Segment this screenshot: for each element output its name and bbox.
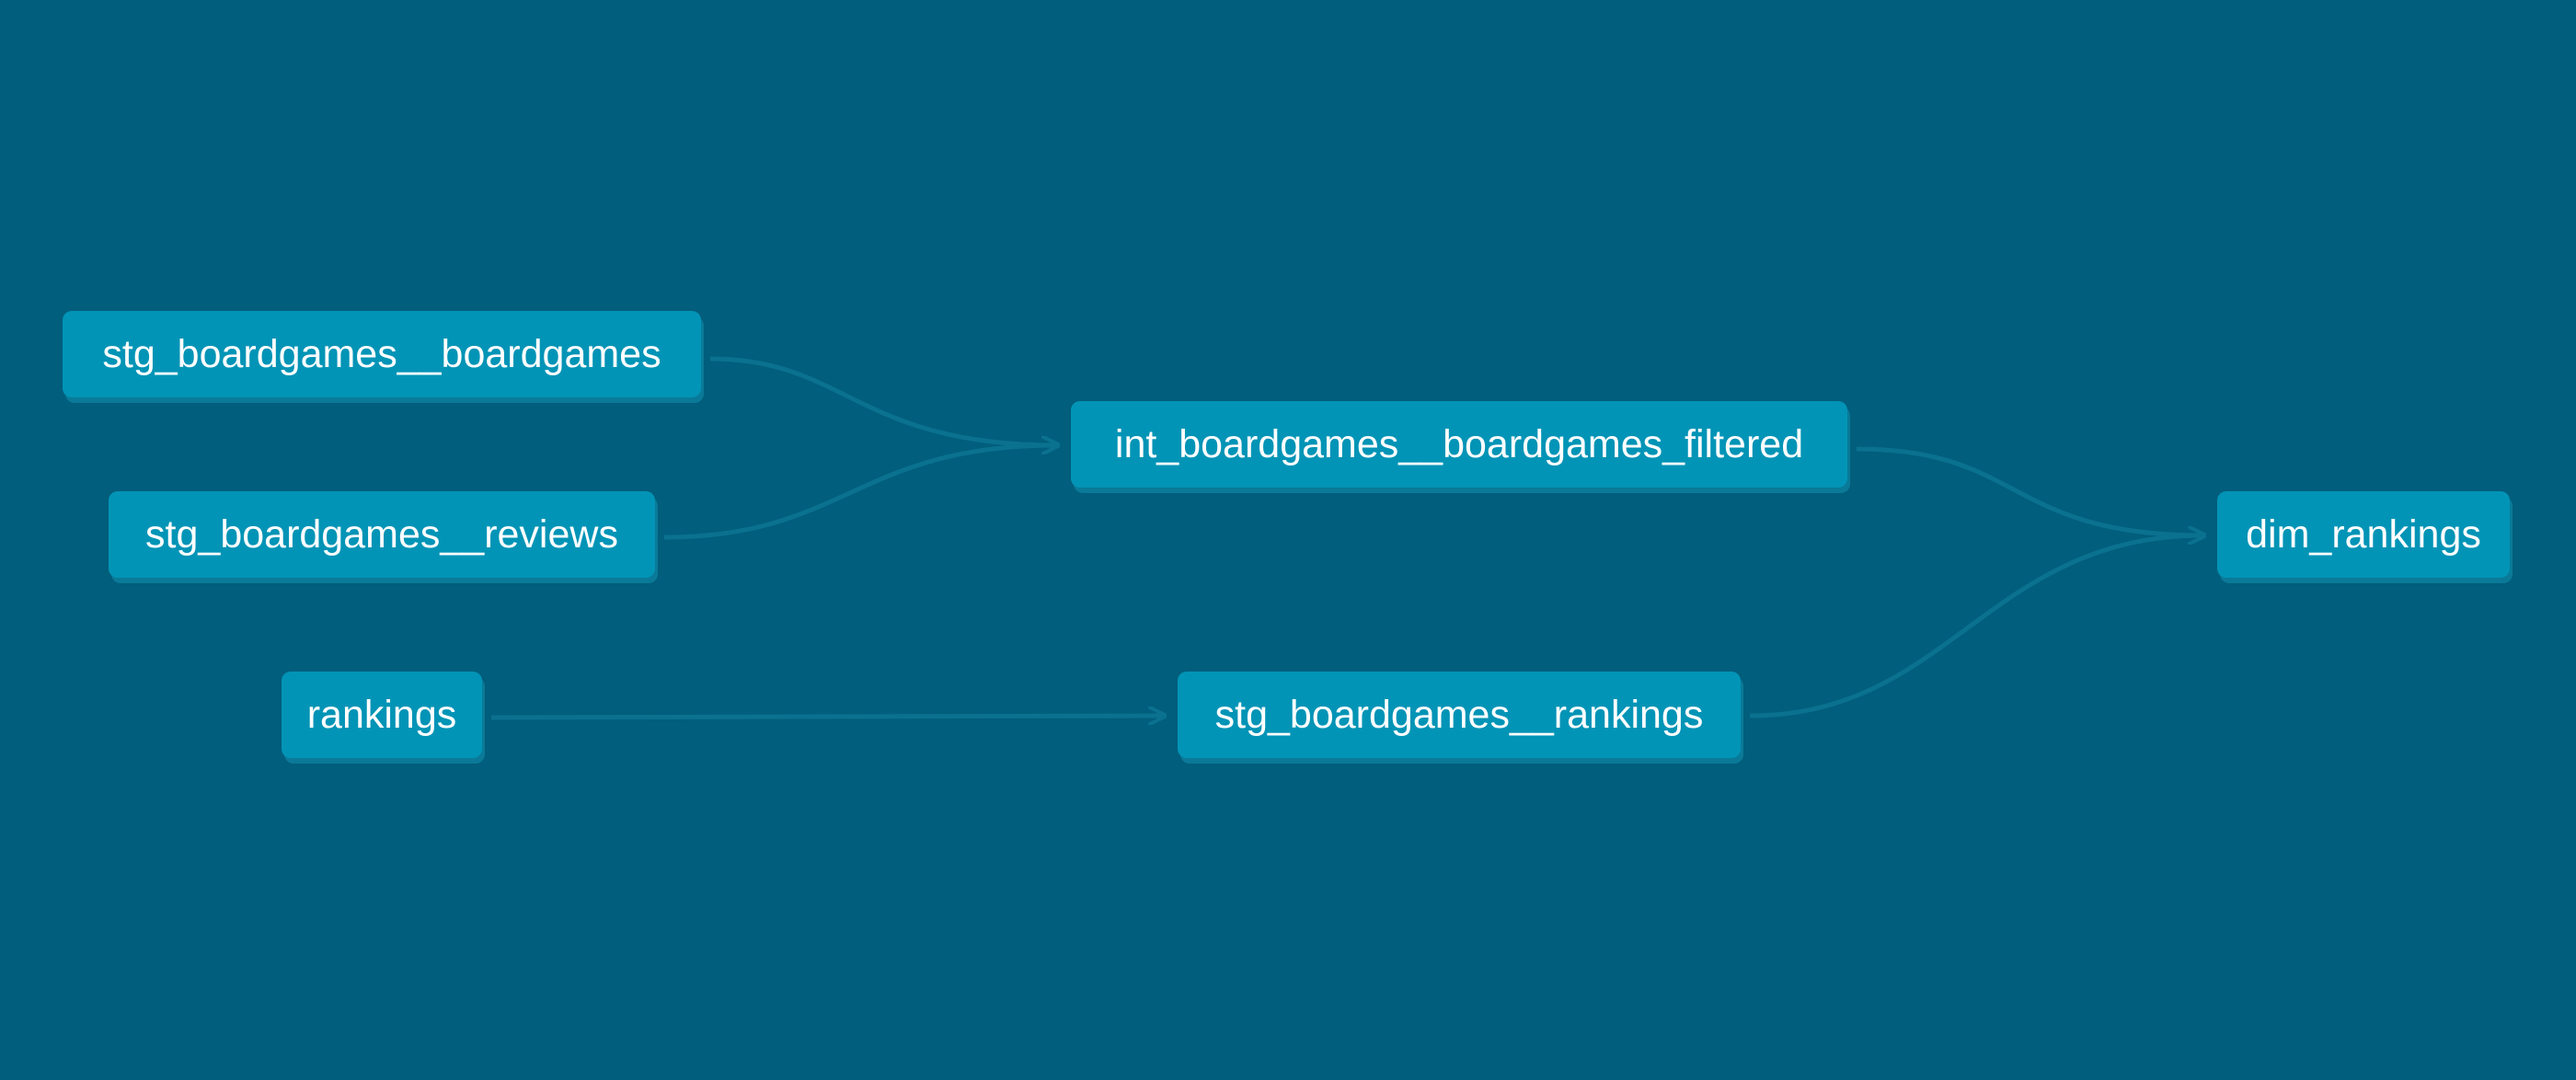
node-stg-boardgames-rankings[interactable]: stg_boardgames__rankings	[1178, 672, 1741, 758]
edge-stg-rankings-to-dim-rankings	[1749, 535, 2204, 718]
edge-rankings-to-stg-rankings	[490, 716, 1165, 718]
node-int-boardgames-boardgames-filtered[interactable]: int_boardgames__boardgames_filtered	[1071, 401, 1847, 488]
node-stg-boardgames-boardgames[interactable]: stg_boardgames__boardgames	[63, 311, 701, 397]
node-rankings[interactable]: rankings	[282, 672, 482, 758]
edge-int-filtered-to-dim-rankings	[1856, 446, 2204, 535]
edge-stg-reviews-to-int-filtered	[663, 445, 1058, 540]
node-dim-rankings[interactable]: dim_rankings	[2217, 491, 2510, 578]
lineage-graph: stg_boardgames__boardgames stg_boardgame…	[0, 0, 2576, 1080]
edge-stg-boardgames-to-int-filtered	[709, 356, 1058, 445]
node-stg-boardgames-reviews[interactable]: stg_boardgames__reviews	[109, 491, 655, 578]
